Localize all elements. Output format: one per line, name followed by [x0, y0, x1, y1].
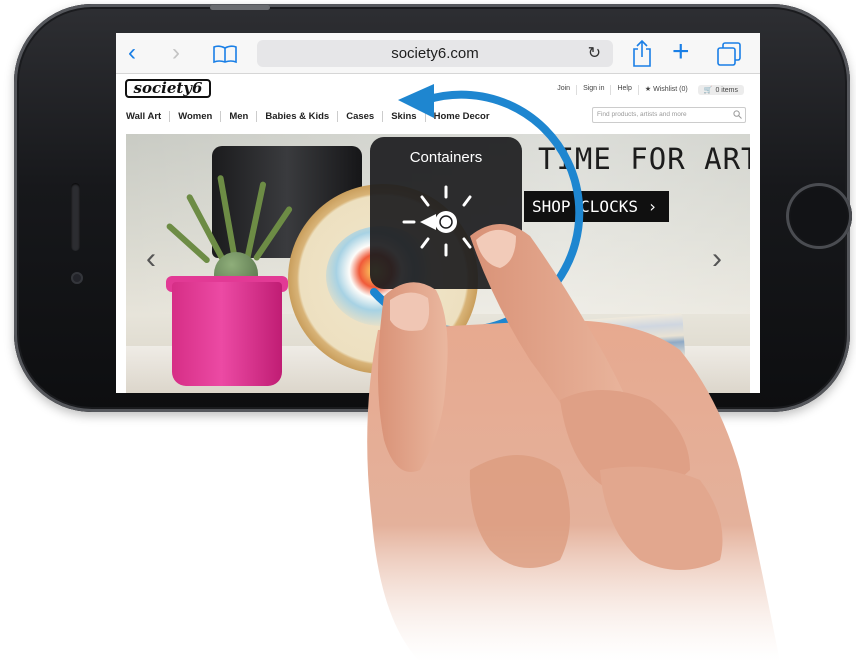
category-nav: Wall Art Women Men Babies & Kids Cases S… — [126, 111, 498, 122]
dial-icon[interactable] — [396, 175, 496, 275]
shop-clocks-button[interactable]: SHOP CLOCKS › — [524, 191, 670, 222]
nav-skins[interactable]: Skins — [382, 111, 424, 122]
power-button — [210, 5, 270, 10]
share-icon[interactable] — [630, 38, 654, 68]
home-button[interactable] — [786, 183, 852, 249]
utility-links: Join Sign in Help ★ Wishlist (0) 🛒 0 item… — [551, 85, 744, 95]
cart-count: 0 items — [715, 87, 738, 94]
nav-home-decor[interactable]: Home Decor — [424, 111, 498, 122]
search-icon[interactable] — [733, 110, 742, 119]
new-tab-plus-icon[interactable]: + — [672, 37, 690, 67]
carousel-prev-chevron-icon[interactable]: ‹ — [146, 242, 156, 276]
forward-chevron-icon[interactable]: › — [172, 41, 180, 65]
nav-cases[interactable]: Cases — [337, 111, 382, 122]
search-placeholder: Find products, artists and more — [597, 111, 687, 118]
site-search-input[interactable]: Find products, artists and more — [592, 107, 746, 123]
url-text: society6.com — [391, 45, 479, 62]
join-link[interactable]: Join — [551, 85, 576, 95]
help-link[interactable]: Help — [610, 85, 637, 95]
site-logo[interactable]: society6 — [125, 79, 211, 98]
carousel-next-chevron-icon[interactable]: › — [712, 242, 722, 276]
nav-babies-kids[interactable]: Babies & Kids — [256, 111, 337, 122]
popup-title: Containers — [409, 149, 483, 166]
earpiece-speaker — [71, 183, 80, 251]
hero-title: TIME FOR ART — [538, 142, 750, 176]
url-field[interactable]: society6.com ↻ — [257, 40, 613, 67]
cart-button[interactable]: 🛒 0 items — [697, 85, 744, 95]
site-header: society6 Join Sign in Help ★ Wishlist (0… — [116, 74, 760, 132]
reload-icon[interactable]: ↻ — [588, 43, 601, 63]
nav-wall-art[interactable]: Wall Art — [126, 111, 169, 122]
bookmarks-book-icon[interactable] — [212, 44, 238, 64]
tabs-icon[interactable] — [716, 41, 742, 67]
containers-popup[interactable]: Containers — [370, 137, 522, 289]
safari-toolbar: ‹ › society6.com ↻ + — [116, 33, 760, 74]
sign-in-link[interactable]: Sign in — [576, 85, 610, 95]
front-camera — [71, 272, 83, 284]
hero-photo-pink-pot — [172, 282, 282, 386]
nav-women[interactable]: Women — [169, 111, 220, 122]
wishlist-link[interactable]: ★ Wishlist (0) — [637, 85, 694, 95]
back-chevron-icon[interactable]: ‹ — [128, 41, 136, 65]
nav-men[interactable]: Men — [220, 111, 256, 122]
